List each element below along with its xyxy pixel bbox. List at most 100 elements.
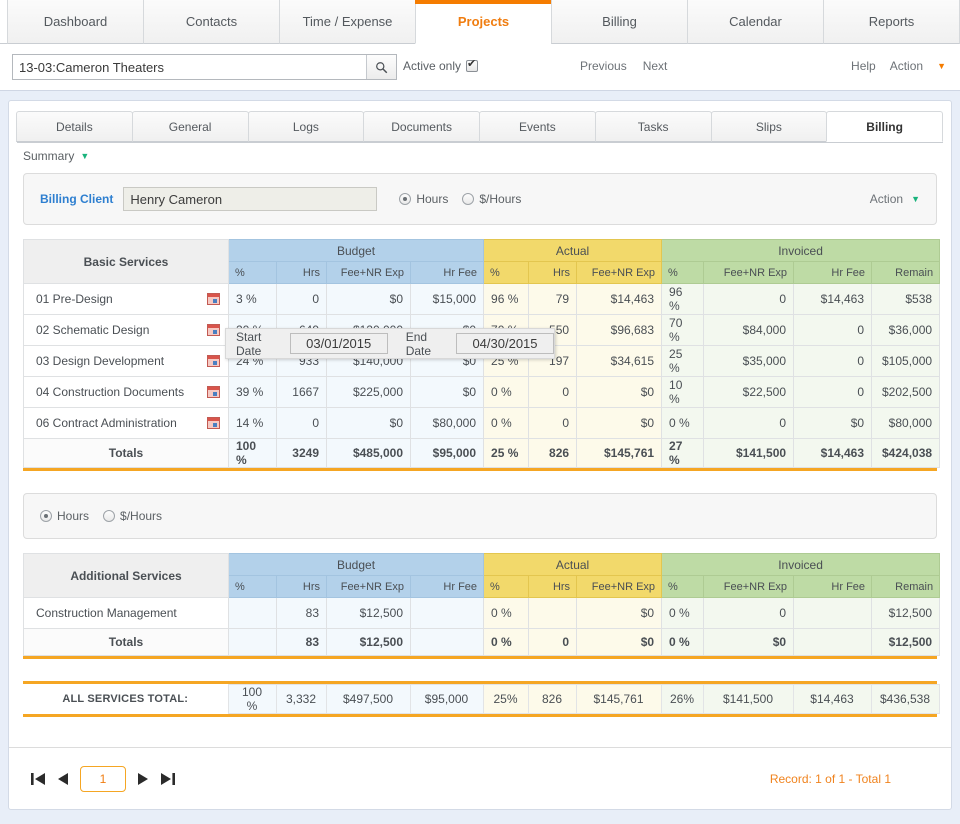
start-date-input[interactable]: [289, 333, 388, 354]
column-header[interactable]: %: [661, 575, 705, 598]
table-cell[interactable]: $96,683: [576, 314, 663, 346]
primary-tab-calendar[interactable]: Calendar: [687, 0, 824, 44]
table-cell[interactable]: $0: [409, 376, 485, 408]
search-button[interactable]: [366, 55, 396, 79]
table-cell[interactable]: $34,615: [576, 345, 663, 377]
table-cell[interactable]: $84,000: [703, 314, 795, 346]
chevron-down-icon[interactable]: ▼: [937, 61, 946, 71]
column-header[interactable]: %: [483, 261, 530, 284]
table-cell[interactable]: 0: [703, 407, 795, 439]
calendar-icon[interactable]: [207, 417, 220, 429]
table-cell[interactable]: $0: [576, 407, 663, 439]
secondary-tab-logs[interactable]: Logs: [247, 111, 365, 142]
table-cell[interactable]: 0: [528, 407, 578, 439]
table-cell[interactable]: 0: [793, 345, 873, 377]
table-cell[interactable]: [528, 597, 578, 629]
next-link[interactable]: Next: [643, 59, 668, 73]
column-header[interactable]: Fee+NR Exp: [326, 261, 411, 284]
secondary-tab-events[interactable]: Events: [479, 111, 596, 142]
search-input[interactable]: [13, 55, 366, 79]
table-cell[interactable]: $225,000: [326, 376, 411, 408]
radio-hours-indicator[interactable]: [399, 193, 412, 205]
table-cell[interactable]: $0: [576, 597, 663, 629]
secondary-tab-slips[interactable]: Slips: [710, 111, 828, 142]
radio-hours-additional[interactable]: Hours: [40, 509, 89, 523]
table-row[interactable]: 01 Pre-Design 3 % 0 $0 $15,000 96 % 79 $14,463 9…: [23, 283, 941, 315]
calendar-icon[interactable]: [207, 324, 220, 336]
table-cell[interactable]: $0: [326, 407, 411, 439]
table-cell[interactable]: 10 %: [661, 376, 705, 408]
column-header[interactable]: Hrs: [276, 575, 327, 598]
table-row[interactable]: 04 Construction Documents 39 % 1667 $225,00…: [23, 376, 941, 408]
column-header[interactable]: Hr Fee: [409, 261, 485, 284]
row-name-cell[interactable]: Construction Management: [23, 597, 229, 629]
chevron-down-icon[interactable]: ▼: [80, 151, 89, 161]
table-cell[interactable]: [793, 597, 873, 629]
column-header[interactable]: %: [228, 261, 277, 284]
next-page-icon[interactable]: [138, 772, 148, 786]
row-name-cell[interactable]: 04 Construction Documents: [23, 376, 229, 408]
table-cell[interactable]: $105,000: [871, 345, 941, 377]
calendar-icon[interactable]: [207, 355, 220, 367]
secondary-tab-general[interactable]: General: [131, 111, 249, 142]
row-name-cell[interactable]: 03 Design Development: [23, 345, 229, 377]
table-cell[interactable]: 0 %: [483, 597, 530, 629]
row-name-cell[interactable]: 06 Contract Administration: [23, 407, 229, 439]
table-cell[interactable]: $538: [871, 283, 941, 315]
primary-tab-reports[interactable]: Reports: [823, 0, 960, 44]
secondary-tab-tasks[interactable]: Tasks: [594, 111, 712, 142]
table-cell[interactable]: 1667: [276, 376, 327, 408]
active-only-toggle[interactable]: Active only: [403, 58, 479, 73]
table-cell[interactable]: 0: [793, 314, 873, 346]
table-cell[interactable]: [228, 597, 277, 629]
column-header[interactable]: Fee+NR Exp: [703, 261, 795, 284]
table-cell[interactable]: 0 %: [483, 407, 530, 439]
column-header[interactable]: %: [483, 575, 530, 598]
table-cell[interactable]: $12,500: [871, 597, 941, 629]
table-cell[interactable]: $14,463: [793, 283, 873, 315]
row-name-cell[interactable]: 01 Pre-Design: [23, 283, 229, 315]
table-cell[interactable]: $80,000: [409, 407, 485, 439]
table-cell[interactable]: 0: [276, 407, 327, 439]
column-header[interactable]: Fee+NR Exp: [703, 575, 795, 598]
table-cell[interactable]: $0: [326, 283, 411, 315]
page-number-input[interactable]: 1: [80, 765, 126, 792]
table-cell[interactable]: 79: [528, 283, 578, 315]
first-page-icon[interactable]: [31, 772, 46, 786]
table-cell[interactable]: $80,000: [871, 407, 941, 439]
radio-dollar-hours-additional[interactable]: $/Hours: [103, 509, 162, 523]
column-header[interactable]: Remain: [871, 261, 941, 284]
radio-hours[interactable]: Hours: [399, 192, 448, 206]
radio-dollar-hours-additional-indicator[interactable]: [103, 510, 116, 522]
table-cell[interactable]: 14 %: [228, 407, 277, 439]
radio-dollar-hours[interactable]: $/Hours: [462, 192, 521, 206]
primary-tab-projects[interactable]: Projects: [415, 0, 552, 44]
primary-tab-billing[interactable]: Billing: [551, 0, 688, 44]
action-menu-button[interactable]: Action: [890, 59, 923, 73]
table-cell[interactable]: 0: [276, 283, 327, 315]
table-cell[interactable]: 0: [703, 597, 795, 629]
column-header[interactable]: Hr Fee: [409, 575, 485, 598]
summary-selector[interactable]: Summary ▼: [9, 143, 951, 163]
radio-hours-additional-indicator[interactable]: [40, 510, 52, 522]
previous-page-icon[interactable]: [58, 772, 68, 786]
table-cell[interactable]: 0: [793, 376, 873, 408]
column-header[interactable]: Hrs: [528, 261, 578, 284]
column-header[interactable]: Fee+NR Exp: [576, 261, 663, 284]
table-cell[interactable]: $35,000: [703, 345, 795, 377]
active-only-checkbox[interactable]: [466, 58, 479, 72]
table-row[interactable]: Construction Management 83 $12,500 0 % $0 0 %…: [23, 597, 941, 629]
billing-client-input[interactable]: [123, 187, 378, 211]
table-cell[interactable]: 96 %: [661, 283, 705, 315]
calendar-icon[interactable]: [207, 386, 220, 398]
table-cell[interactable]: $12,500: [326, 597, 411, 629]
billing-action-menu[interactable]: Action ▼: [870, 192, 920, 206]
primary-tab-dashboard[interactable]: Dashboard: [7, 0, 144, 44]
column-header[interactable]: %: [661, 261, 705, 284]
help-link[interactable]: Help: [851, 59, 876, 73]
table-cell[interactable]: $22,500: [703, 376, 795, 408]
table-row[interactable]: 06 Contract Administration 14 % 0 $0 $80,000…: [23, 407, 941, 439]
column-header[interactable]: Fee+NR Exp: [576, 575, 663, 598]
last-page-icon[interactable]: [160, 772, 175, 786]
row-name-cell[interactable]: 02 Schematic Design: [23, 314, 229, 346]
